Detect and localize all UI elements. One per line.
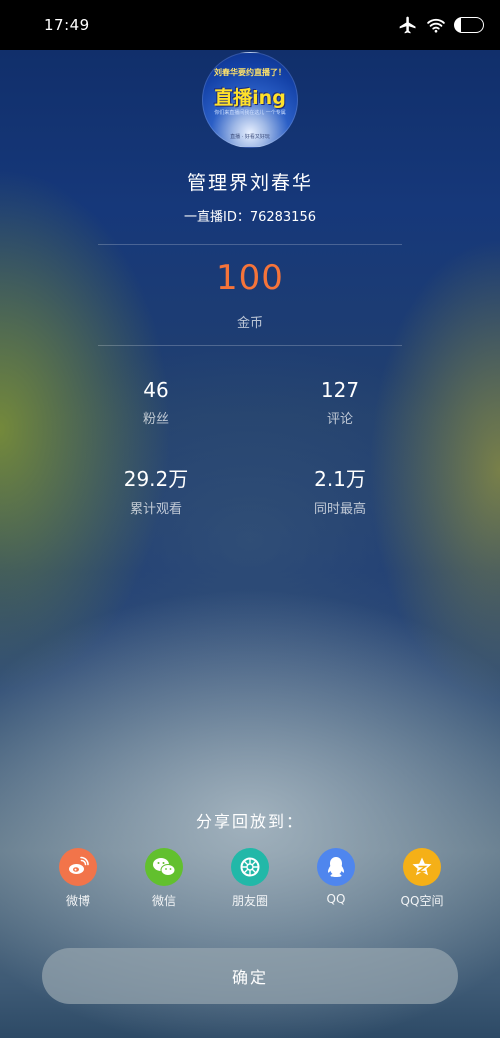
qq-icon bbox=[317, 848, 355, 886]
stat-label: 同时最高 bbox=[313, 502, 366, 517]
anchor-name: 管理界刘春华 bbox=[186, 172, 313, 194]
share-label: QQ空间 bbox=[400, 894, 444, 908]
airplane-icon bbox=[399, 16, 416, 34]
share-weibo-button[interactable]: 微博 bbox=[38, 848, 118, 909]
share-title: 分享回放到： bbox=[195, 812, 304, 831]
live-id: 一直播ID：76283156 bbox=[183, 210, 316, 225]
stat-total-views: 29.2万 累计观看 bbox=[76, 463, 236, 517]
stat-value: 2.1万 bbox=[314, 467, 366, 491]
avatar-footer: 直播 · 好看又好玩 bbox=[230, 134, 270, 140]
wechat-icon bbox=[145, 848, 183, 886]
wifi-icon bbox=[427, 18, 445, 33]
divider-bottom bbox=[98, 345, 402, 346]
divider-top bbox=[98, 244, 402, 245]
moments-icon bbox=[231, 848, 269, 886]
stat-value: 29.2万 bbox=[123, 467, 189, 491]
stat-peak-concurrent: 2.1万 同时最高 bbox=[260, 463, 420, 517]
confirm-button-label: 确定 bbox=[231, 968, 268, 987]
qzone-icon bbox=[403, 848, 441, 886]
status-time: 17:49 bbox=[44, 16, 90, 34]
avatar-title: 直播ing bbox=[214, 87, 286, 109]
share-label: 朋友圈 bbox=[231, 894, 268, 908]
share-qzone-button[interactable]: QQ空间 bbox=[382, 848, 462, 909]
share-label: QQ bbox=[326, 892, 346, 906]
battery-level: 21 bbox=[462, 19, 476, 31]
stat-label: 评论 bbox=[326, 412, 353, 427]
share-wechat-button[interactable]: 微信 bbox=[124, 848, 204, 909]
share-qq-button[interactable]: QQ bbox=[296, 848, 376, 906]
stat-label: 累计观看 bbox=[129, 502, 182, 517]
stat-value: 46 bbox=[143, 378, 169, 402]
stat-value: 127 bbox=[320, 378, 360, 402]
status-bar: 17:49 21 bbox=[0, 0, 500, 50]
coins-label: 金币 bbox=[236, 316, 263, 331]
avatar-subcaption: 你们来直播间我在这儿 一个专属 bbox=[214, 110, 286, 116]
avatar-caption: 刘春华要约直播了！ bbox=[214, 68, 286, 77]
share-moments-button[interactable]: 朋友圈 bbox=[210, 848, 290, 909]
share-label: 微博 bbox=[65, 894, 90, 908]
status-icons: 21 bbox=[398, 15, 484, 35]
share-label: 微信 bbox=[151, 894, 176, 908]
battery-icon: 21 bbox=[454, 17, 484, 33]
stat-comments: 127 评论 bbox=[260, 378, 420, 427]
avatar: 刘春华要约直播了！ 直播ing 你们来直播间我在这儿 一个专属 直播 · 好看又… bbox=[202, 52, 298, 148]
confirm-button[interactable]: 确定 bbox=[42, 948, 458, 1004]
stat-label: 粉丝 bbox=[142, 412, 169, 427]
stat-fans: 46 粉丝 bbox=[76, 378, 236, 427]
weibo-icon bbox=[59, 848, 97, 886]
coins-value: 100 bbox=[216, 258, 284, 298]
